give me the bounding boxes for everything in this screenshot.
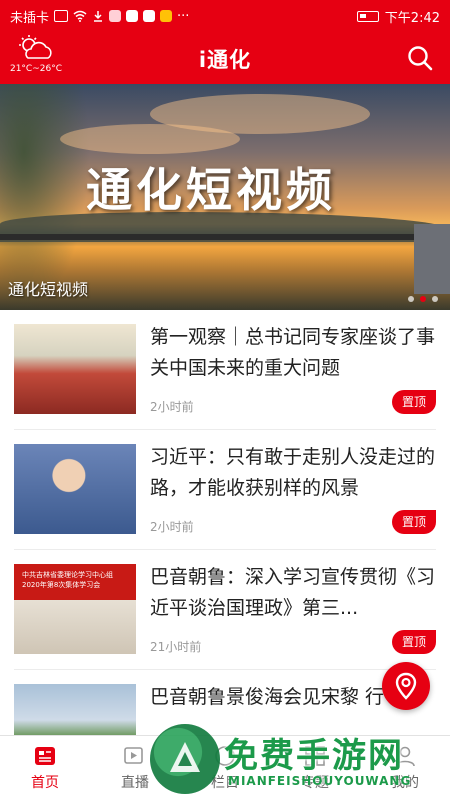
banner-building xyxy=(414,224,450,294)
watermark-logo-icon xyxy=(170,742,200,772)
thumbnail-caption-line: 中共吉林省委理论学习中心组 xyxy=(22,571,113,579)
wifi-icon xyxy=(73,10,87,22)
news-time: 21小时前 xyxy=(150,640,202,654)
pagination-dot[interactable] xyxy=(408,296,414,302)
news-title: 第一观察｜总书记同专家座谈了事关中国未来的重大问题 xyxy=(150,326,436,379)
thumbnail-caption: 中共吉林省委理论学习中心组 2020年第8次集体学习会 xyxy=(22,570,113,590)
location-pin-icon xyxy=(395,672,417,700)
notification-app-icon xyxy=(160,10,173,22)
news-thumbnail xyxy=(14,444,136,534)
pinned-badge: 置顶 xyxy=(392,510,436,534)
notification-app-icon xyxy=(109,10,122,22)
pagination-dot[interactable] xyxy=(432,296,438,302)
banner-cloud xyxy=(60,124,240,154)
news-list: 第一观察｜总书记同专家座谈了事关中国未来的重大问题 2小时前 置顶 习近平：只有… xyxy=(0,310,450,790)
carrier-label: 未插卡 xyxy=(10,10,50,26)
nav-item-home[interactable]: 首页 xyxy=(0,736,90,800)
status-right: 下午2:42 xyxy=(356,7,440,26)
pinned-badge: 置顶 xyxy=(392,630,436,654)
thumbnail-caption-line: 2020年第8次集体学习会 xyxy=(22,581,101,589)
watermark-logo xyxy=(150,724,220,794)
nav-label: 首页 xyxy=(31,775,59,791)
banner-caption: 通化短视频 xyxy=(8,280,89,299)
news-thumbnail xyxy=(14,324,136,414)
home-news-icon xyxy=(35,747,55,765)
notification-app-icon xyxy=(126,10,139,22)
sim-icon xyxy=(54,10,69,22)
banner-bridge xyxy=(0,234,450,240)
clock: 下午2:42 xyxy=(384,10,440,26)
status-bar: 未插卡 ··· 下午2:42 xyxy=(0,0,450,32)
news-title: 习近平：只有敢于走别人没走过的路，才能收获别样的风景 xyxy=(150,446,436,499)
status-left: 未插卡 ··· xyxy=(10,7,189,26)
app-title: i通化 xyxy=(198,48,252,72)
banner-pagination xyxy=(408,296,438,302)
pagination-dot-active[interactable] xyxy=(420,296,426,302)
notification-app-icon xyxy=(143,10,156,22)
news-item[interactable]: 习近平：只有敢于走别人没走过的路，才能收获别样的风景 2小时前 置顶 xyxy=(14,430,436,550)
pinned-badge: 置顶 xyxy=(392,390,436,414)
nav-label: 直播 xyxy=(121,775,149,791)
app-header: 21°C~26°C i通化 xyxy=(0,32,450,84)
news-item[interactable]: 第一观察｜总书记同专家座谈了事关中国未来的重大问题 2小时前 置顶 xyxy=(14,310,436,430)
live-icon xyxy=(124,747,143,764)
battery-icon xyxy=(356,10,379,22)
watermark-text: 免费手游网 xyxy=(224,736,404,776)
news-item[interactable]: 中共吉林省委理论学习中心组 2020年第8次集体学习会 巴音朝鲁：深入学习宣传贯… xyxy=(14,550,436,670)
news-time: 2小时前 xyxy=(150,520,194,534)
banner-carousel[interactable]: 通化短视频 通化短视频 xyxy=(0,84,450,310)
news-thumbnail: 中共吉林省委理论学习中心组 2020年第8次集体学习会 xyxy=(14,564,136,654)
location-button[interactable] xyxy=(382,662,430,710)
news-time: 2小时前 xyxy=(150,400,194,414)
download-icon xyxy=(94,11,103,22)
watermark-overlay: 免费手游网 MIANFEISHOUYOUWANG xyxy=(150,724,450,800)
watermark-subtext: MIANFEISHOUYOUWANG xyxy=(228,774,412,788)
overflow-dots: ··· xyxy=(177,8,190,24)
search-icon[interactable] xyxy=(406,44,434,72)
news-title: 巴音朝鲁：深入学习宣传贯彻《习近平谈治国理政》第三... xyxy=(150,566,436,619)
banner-overlay-title: 通化短视频 xyxy=(86,163,336,217)
